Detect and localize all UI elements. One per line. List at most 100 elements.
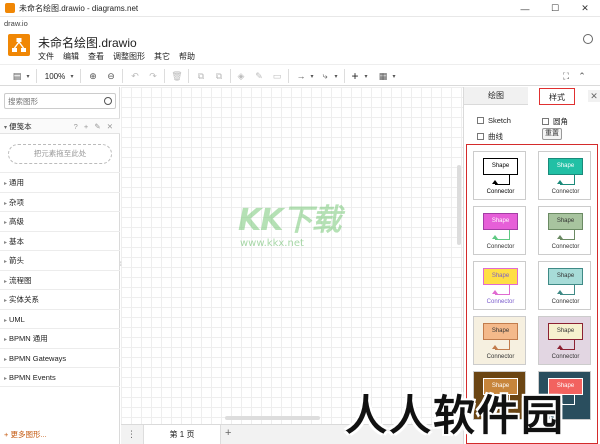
- chevron-down-icon[interactable]: ▾: [308, 69, 316, 83]
- vertical-scrollbar[interactable]: [457, 165, 461, 245]
- chevron-down-icon[interactable]: ▾: [390, 69, 398, 83]
- style-preset[interactable]: Shape Connector: [538, 316, 591, 365]
- document-title[interactable]: 未命名绘图.drawio: [38, 34, 137, 51]
- search-input[interactable]: [5, 94, 100, 108]
- style-preset-connector: [574, 340, 575, 349]
- category-flowchart[interactable]: ▸ 流程图: [0, 269, 120, 290]
- more-shapes-link[interactable]: + 更多图形...: [4, 429, 47, 440]
- maximize-button[interactable]: ☐: [540, 0, 570, 17]
- fill-color-icon[interactable]: ◈: [234, 69, 248, 83]
- horizontal-scrollbar[interactable]: [225, 416, 320, 420]
- minimize-button[interactable]: —: [510, 0, 540, 17]
- language-globe-icon[interactable]: [583, 34, 593, 44]
- style-preset-connector-label: Connector: [551, 299, 580, 305]
- category-bpmn-general[interactable]: ▸ BPMN 通用: [0, 328, 120, 348]
- category-advanced[interactable]: ▸ 高级: [0, 211, 120, 231]
- watermark-corner: 人人软件园: [345, 391, 566, 440]
- zoom-level[interactable]: 100%: [42, 69, 68, 83]
- arrowhead-icon: [492, 290, 498, 294]
- format-panel-icon[interactable]: ▤: [10, 69, 24, 83]
- close-icon[interactable]: ✕: [588, 90, 600, 102]
- style-preset-shape: Shape: [548, 213, 583, 230]
- scratchpad-drop-zone[interactable]: 把元素拖至此处: [8, 144, 112, 164]
- menu-bar: 文件 编辑 查看 调整图形 其它 帮助: [38, 51, 195, 62]
- category-arrows[interactable]: ▸ 箭头: [0, 250, 120, 270]
- scratchpad-actions-icon[interactable]: ? + ✎ ✕: [74, 119, 115, 134]
- tab-style[interactable]: 样式: [539, 88, 575, 105]
- rounded-checkbox[interactable]: 圆角: [542, 116, 568, 127]
- search-icon[interactable]: [104, 97, 112, 105]
- menu-help[interactable]: 帮助: [179, 51, 195, 62]
- style-preset[interactable]: Shape Connector: [473, 261, 526, 310]
- style-preset[interactable]: Shape Connector: [473, 151, 526, 200]
- style-preset-connector: [509, 285, 510, 294]
- zoom-out-icon[interactable]: ⊖: [104, 69, 118, 83]
- diagram-canvas[interactable]: [121, 87, 463, 424]
- style-preset-connector-label: Connector: [551, 244, 580, 250]
- style-preset-connector: [495, 349, 510, 350]
- tab-diagram[interactable]: 绘图: [464, 87, 528, 105]
- tab-page-1[interactable]: 第 1 页: [143, 425, 221, 444]
- undo-icon[interactable]: ↶: [128, 69, 142, 83]
- menu-edit[interactable]: 编辑: [63, 51, 79, 62]
- style-preset-shape: Shape: [483, 213, 518, 230]
- window-title-bar: 未命名绘图.drawio - diagrams.net — ☐ ✕: [0, 0, 600, 17]
- category-bpmn-gateways[interactable]: ▸ BPMN Gateways: [0, 347, 120, 368]
- category-bpmn-events[interactable]: ▸ BPMN Events: [0, 367, 120, 387]
- to-back-icon[interactable]: ⧉: [212, 69, 226, 83]
- menu-extras[interactable]: 其它: [154, 51, 170, 62]
- style-preset-connector: [574, 175, 575, 184]
- menu-arrange[interactable]: 调整图形: [113, 51, 145, 62]
- style-preset-shape: Shape: [548, 268, 583, 285]
- sidebar-splitter-handle[interactable]: ⁞: [120, 262, 125, 268]
- menu-file[interactable]: 文件: [38, 51, 54, 62]
- style-preset[interactable]: Shape Connector: [538, 206, 591, 255]
- category-uml[interactable]: ▸ UML: [0, 308, 120, 329]
- sketch-checkbox[interactable]: Sketch: [477, 116, 511, 125]
- category-misc[interactable]: ▸ 杂项: [0, 191, 120, 212]
- style-preset-connector: [560, 239, 575, 240]
- style-preset-shape: Shape: [548, 323, 583, 340]
- zoom-dropdown-icon[interactable]: ▾: [68, 69, 76, 83]
- curved-checkbox[interactable]: 曲线: [477, 131, 503, 142]
- close-window-button[interactable]: ✕: [570, 0, 600, 17]
- table-icon[interactable]: ▦: [376, 69, 390, 83]
- shadow-icon[interactable]: ▭: [270, 69, 284, 83]
- category-basic[interactable]: ▸ 基本: [0, 230, 120, 251]
- style-preset-connector: [495, 239, 510, 240]
- style-preset-shape: Shape: [483, 158, 518, 175]
- category-entity-relation[interactable]: ▸ 实体关系: [0, 289, 120, 309]
- pages-menu-icon[interactable]: ⋮: [127, 429, 136, 440]
- arrowhead-icon: [492, 180, 498, 184]
- arrowhead-icon: [492, 235, 498, 239]
- waypoints-icon[interactable]: ⤷: [318, 69, 332, 83]
- redo-icon[interactable]: ↷: [146, 69, 160, 83]
- style-preset-connector: [509, 340, 510, 349]
- insert-icon[interactable]: +: [348, 69, 362, 83]
- style-preset-connector: [574, 285, 575, 294]
- style-preset-connector-label: Connector: [486, 244, 515, 250]
- chevron-down-icon[interactable]: ▾: [332, 69, 340, 83]
- style-preset[interactable]: Shape Connector: [473, 316, 526, 365]
- style-preset-shape: Shape: [483, 268, 518, 285]
- style-preset-connector: [574, 395, 575, 404]
- fullscreen-icon[interactable]: ⛶: [560, 69, 572, 83]
- style-preset[interactable]: Shape Connector: [538, 151, 591, 200]
- scratchpad-header[interactable]: ▾ 便笺本 ? + ✎ ✕: [0, 118, 120, 134]
- add-page-button[interactable]: +: [225, 427, 231, 439]
- style-preset[interactable]: Shape Connector: [473, 206, 526, 255]
- style-preset-connector-label: Connector: [486, 189, 515, 195]
- reset-button[interactable]: 重置: [542, 128, 562, 140]
- style-preset[interactable]: Shape Connector: [538, 261, 591, 310]
- style-preset-connector: [560, 294, 575, 295]
- chevron-down-icon[interactable]: ▾: [362, 69, 370, 83]
- to-front-icon[interactable]: ⧉: [194, 69, 208, 83]
- zoom-in-icon[interactable]: ⊕: [86, 69, 100, 83]
- menu-view[interactable]: 查看: [88, 51, 104, 62]
- collapse-icon[interactable]: ⌃: [576, 69, 588, 83]
- line-color-icon[interactable]: ✎: [252, 69, 266, 83]
- chevron-down-icon[interactable]: ▾: [24, 69, 32, 83]
- scratchpad-label: 便笺本: [9, 122, 32, 131]
- category-general[interactable]: ▸ 通用: [0, 172, 120, 192]
- delete-icon[interactable]: 🗑: [170, 69, 184, 83]
